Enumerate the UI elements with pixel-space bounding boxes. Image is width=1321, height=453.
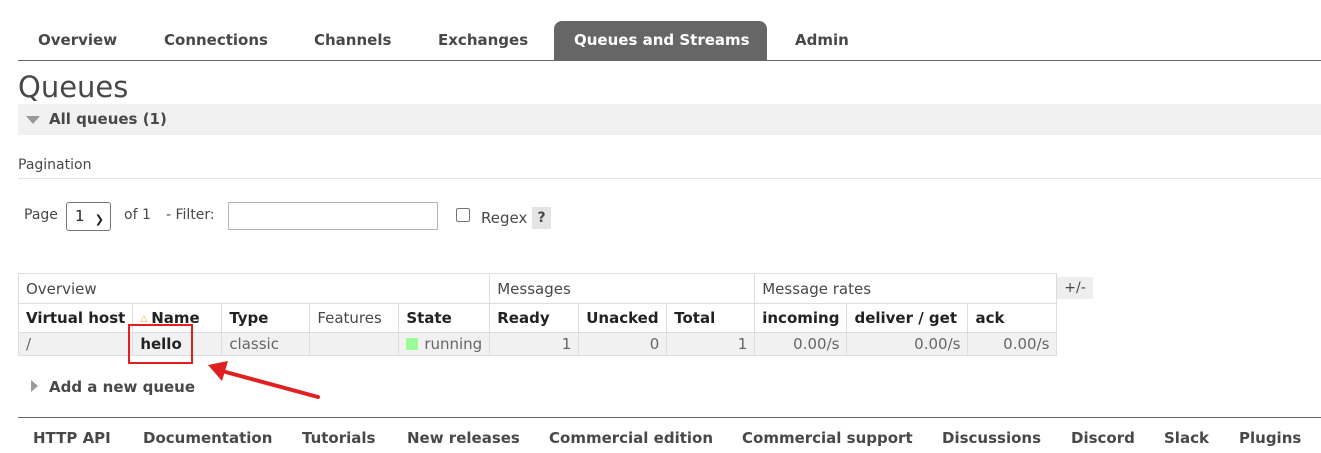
col-deliver-get[interactable]: deliver / get xyxy=(846,303,969,333)
cell-ready: 1 xyxy=(489,332,580,356)
page-count-label: of 1 xyxy=(124,207,151,223)
col-name[interactable]: △ Name xyxy=(132,303,223,333)
tab-channels[interactable]: Channels xyxy=(294,21,411,60)
pagination-divider xyxy=(18,178,1321,179)
tab-overview[interactable]: Overview xyxy=(18,21,137,60)
footer-link-plugins[interactable]: Plugins xyxy=(1239,429,1301,447)
expand-triangle-icon xyxy=(31,380,38,392)
col-name-label: Name xyxy=(151,309,200,327)
col-ready[interactable]: Ready xyxy=(489,303,580,333)
cell-vhost: / xyxy=(17,332,134,356)
queues-table: Overview Messages Message rates Virtual … xyxy=(17,273,1058,356)
state-text: running xyxy=(424,335,483,353)
nav-divider xyxy=(18,60,1321,61)
chevron-down-icon: ❯ xyxy=(94,213,104,226)
page-title: Queues xyxy=(18,70,129,104)
page-label: Page xyxy=(24,207,58,223)
page-select-value: 1 xyxy=(75,207,85,225)
tab-admin[interactable]: Admin xyxy=(775,21,869,60)
collapse-triangle-icon xyxy=(26,116,40,124)
cell-state: running xyxy=(398,332,491,356)
footer-link-documentation[interactable]: Documentation xyxy=(143,429,272,447)
all-queues-section-header[interactable]: All queues (1) xyxy=(18,104,1321,135)
col-unacked[interactable]: Unacked xyxy=(578,303,668,333)
col-virtual-host[interactable]: Virtual host xyxy=(17,303,134,333)
regex-checkbox[interactable] xyxy=(456,208,470,222)
cell-incoming: 0.00/s xyxy=(754,332,848,356)
state-indicator-icon xyxy=(406,338,419,350)
tab-connections[interactable]: Connections xyxy=(144,21,288,60)
col-type[interactable]: Type xyxy=(221,303,311,333)
annotation-arrow-icon xyxy=(208,361,320,399)
col-total[interactable]: Total xyxy=(666,303,756,333)
toggle-columns-button[interactable]: +/- xyxy=(1057,277,1093,299)
section-title: All queues (1) xyxy=(49,110,167,128)
filter-input[interactable] xyxy=(228,202,438,230)
cell-unacked: 0 xyxy=(578,332,668,356)
col-state[interactable]: State xyxy=(398,303,491,333)
sort-asc-icon: △ xyxy=(140,314,148,324)
col-features[interactable]: Features xyxy=(309,303,400,333)
footer-link-tutorials[interactable]: Tutorials xyxy=(302,429,375,447)
tab-queues-and-streams[interactable]: Queues and Streams xyxy=(554,21,767,60)
regex-help-button[interactable]: ? xyxy=(532,207,551,229)
footer-link-discord[interactable]: Discord xyxy=(1071,429,1135,447)
cell-total: 1 xyxy=(666,332,756,356)
column-group-row: Overview Messages Message rates xyxy=(17,273,1058,304)
cell-deliver-get: 0.00/s xyxy=(846,332,969,356)
tab-exchanges[interactable]: Exchanges xyxy=(418,21,548,60)
page-select[interactable]: 1 ❯ xyxy=(66,202,111,231)
footer-link-http-api[interactable]: HTTP API xyxy=(33,429,111,447)
column-header-row: Virtual host △ Name Type Features State R… xyxy=(17,303,1058,333)
footer-link-commercial-edition[interactable]: Commercial edition xyxy=(549,429,713,447)
footer-link-new-releases[interactable]: New releases xyxy=(407,429,520,447)
group-overview: Overview xyxy=(17,273,491,304)
cell-ack: 0.00/s xyxy=(967,332,1058,356)
table-row: / hello classic running 1 0 1 0.00/s 0.0… xyxy=(17,332,1058,356)
pagination-heading: Pagination xyxy=(18,157,92,173)
group-messages: Messages xyxy=(489,273,756,304)
footer-link-discussions[interactable]: Discussions xyxy=(942,429,1041,447)
footer-link-commercial-support[interactable]: Commercial support xyxy=(742,429,913,447)
footer-link-slack[interactable]: Slack xyxy=(1164,429,1209,447)
col-incoming[interactable]: incoming xyxy=(754,303,848,333)
regex-label: Regex xyxy=(481,209,528,227)
col-ack[interactable]: ack xyxy=(967,303,1058,333)
filter-label: - Filter: xyxy=(166,207,215,223)
group-message-rates: Message rates xyxy=(754,273,1058,304)
footer-divider xyxy=(18,417,1321,418)
add-new-queue-toggle[interactable]: Add a new queue xyxy=(49,378,195,396)
